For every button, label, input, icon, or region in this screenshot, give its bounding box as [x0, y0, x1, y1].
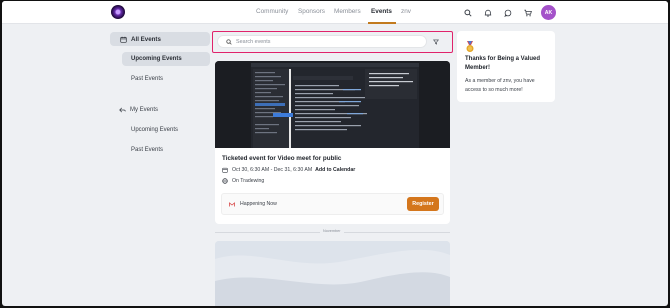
user-avatar[interactable]: AK [541, 5, 556, 20]
event-date-row: Oct 30, 6:30 AM - Dec 31, 6:30 AM Add to… [222, 167, 355, 173]
event-status-bar: Happening Now Register [221, 193, 444, 215]
logo[interactable] [111, 5, 125, 19]
event-thumbnail-placeholder [215, 241, 450, 306]
sidebar-past-events[interactable]: Past Events [131, 76, 163, 82]
bell-icon[interactable] [481, 6, 494, 19]
globe-icon [222, 178, 228, 184]
event-location-row: On Tradewing [222, 178, 264, 184]
search-bar-highlight [212, 31, 453, 53]
sidebar-my-events[interactable]: My Events [119, 107, 158, 113]
nav-events[interactable]: Events [371, 8, 392, 15]
search-input[interactable] [236, 38, 416, 45]
search-icon [226, 38, 232, 45]
cart-icon[interactable] [521, 6, 534, 19]
calendar-icon [222, 167, 228, 173]
top-navbar: Community Sponsors Members Events znv AK [2, 1, 668, 24]
sidebar-all-events[interactable]: All Events [110, 32, 210, 46]
member-card-text: As a member of znv, you have access to s… [465, 78, 535, 93]
sidebar-all-events-label: All Events [131, 35, 161, 43]
add-to-calendar-link[interactable]: Add to Calendar [315, 167, 355, 173]
nav-sponsors[interactable]: Sponsors [298, 8, 325, 15]
nav-members[interactable]: Members [334, 8, 361, 15]
search-icon[interactable] [461, 6, 474, 19]
happening-now-label: Happening Now [240, 201, 277, 207]
sidebar-upcoming-events[interactable]: Upcoming Events [122, 52, 210, 66]
filter-icon[interactable] [431, 37, 441, 47]
month-divider-label: November [320, 229, 344, 233]
medal-icon [466, 41, 474, 52]
event-card[interactable]: Ticketed event for Video meet for public… [215, 61, 450, 224]
member-thanks-card: Thanks for Being a Valued Member! As a m… [457, 31, 555, 102]
member-card-title: Thanks for Being a Valued Member! [465, 56, 541, 71]
event-thumbnail [215, 61, 450, 148]
broadcast-icon [229, 201, 235, 206]
sidebar-upcoming-label: Upcoming Events [131, 56, 182, 62]
sidebar-my-past[interactable]: Past Events [131, 147, 163, 153]
back-arrow-icon [119, 107, 126, 113]
event-location: On Tradewing [232, 178, 265, 184]
register-button[interactable]: Register [407, 197, 439, 211]
app-window: Community Sponsors Members Events znv AK… [2, 1, 668, 306]
event-date: Oct 30, 6:30 AM - Dec 31, 6:30 AM [232, 167, 313, 173]
nav-community[interactable]: Community [256, 8, 288, 15]
chat-icon[interactable] [501, 6, 514, 19]
active-nav-indicator [368, 22, 396, 24]
nav-znv[interactable]: znv [401, 8, 411, 15]
happening-now-row: Happening Now [229, 201, 277, 207]
search-field[interactable] [217, 35, 427, 48]
calendar-icon [120, 36, 127, 43]
sidebar-my-events-label: My Events [130, 107, 159, 113]
event-title[interactable]: Ticketed event for Video meet for public [222, 155, 341, 162]
sidebar-my-upcoming[interactable]: Upcoming Events [131, 127, 178, 133]
event-card[interactable] [215, 241, 450, 306]
